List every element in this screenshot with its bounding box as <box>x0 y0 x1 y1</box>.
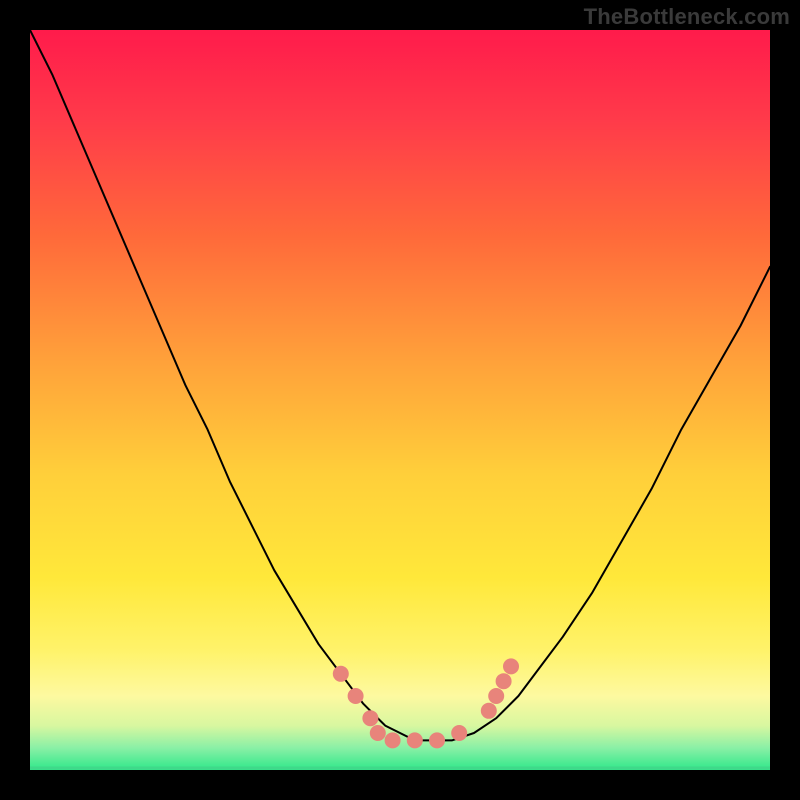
curve-marker <box>407 732 423 748</box>
gradient-background <box>30 30 770 770</box>
curve-marker <box>451 725 467 741</box>
curve-marker <box>488 688 504 704</box>
curve-marker <box>333 666 349 682</box>
curve-marker <box>385 732 401 748</box>
curve-marker <box>481 703 497 719</box>
curve-marker <box>429 732 445 748</box>
curve-marker <box>370 725 386 741</box>
curve-marker <box>496 673 512 689</box>
chart-frame: TheBottleneck.com <box>0 0 800 800</box>
curve-marker <box>348 688 364 704</box>
plot-svg <box>30 30 770 770</box>
watermark-text: TheBottleneck.com <box>584 4 790 30</box>
curve-marker <box>503 658 519 674</box>
curve-marker <box>362 710 378 726</box>
plot-area <box>30 30 770 770</box>
